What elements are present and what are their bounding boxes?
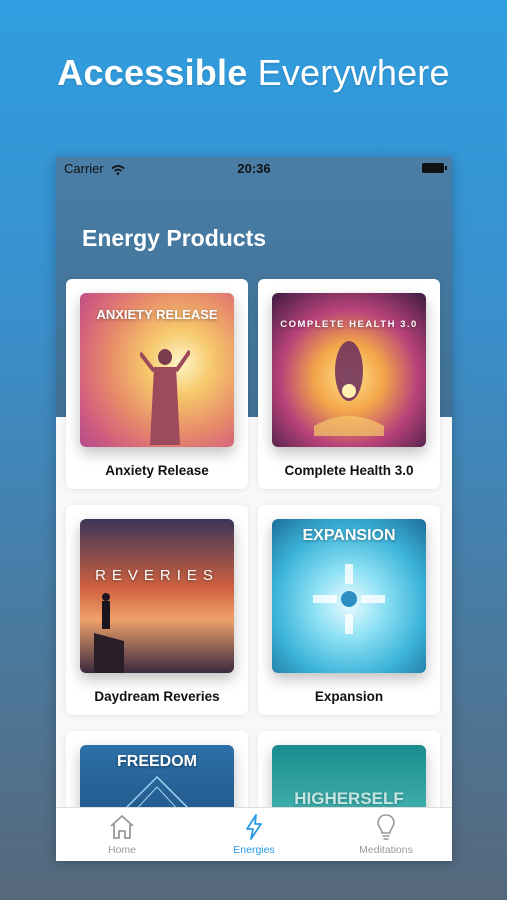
artwork-title: COMPLETE HEALTH 3.0 (280, 319, 418, 330)
tab-bar: Home Energies Meditations (56, 807, 452, 861)
home-icon (110, 815, 134, 839)
product-artwork: COMPLETE HEALTH 3.0 (272, 293, 426, 447)
product-name: Daydream Reveries (94, 689, 220, 704)
page-title: Energy Products (82, 225, 267, 251)
product-card-daydream-reveries[interactable]: REVERIES Daydream Reveries (66, 505, 248, 715)
artwork-title: HIGHERSELF (294, 789, 404, 808)
tab-meditations[interactable]: Meditations (320, 812, 452, 856)
figure-illustration (140, 349, 190, 445)
artwork-title: FREEDOM (117, 753, 197, 770)
meditation-figure-illustration (314, 341, 384, 436)
status-bar: Carrier 20:36 (56, 157, 452, 179)
battery-icon (422, 163, 447, 173)
tab-home[interactable]: Home (56, 812, 188, 856)
symbol-illustration (313, 564, 385, 634)
artwork-title: ANXIETY RELEASE (96, 307, 218, 322)
banner-headline: Accessible Everywhere (0, 52, 507, 94)
tab-label: Home (107, 844, 136, 856)
product-card-complete-health[interactable]: COMPLETE HEALTH 3.0 Complete Health 3.0 (258, 279, 440, 489)
tab-label: Meditations (359, 844, 413, 856)
tab-label: Energies (233, 844, 275, 856)
lightbulb-icon (377, 814, 395, 840)
lightning-icon (246, 814, 262, 840)
artwork-title: REVERIES (95, 567, 219, 584)
standing-figure-illustration (94, 593, 124, 673)
banner-light: Everywhere (257, 52, 450, 93)
phone-screen: Carrier 20:36 Energy Products ANXIETY RE… (56, 157, 452, 861)
product-name: Complete Health 3.0 (284, 463, 414, 478)
status-time: 20:36 (237, 161, 271, 176)
product-name: Anxiety Release (105, 463, 209, 478)
product-card-expansion[interactable]: EXPANSION Expansion (258, 505, 440, 715)
tab-energies[interactable]: Energies (188, 812, 320, 856)
product-artwork: EXPANSION (272, 519, 426, 673)
banner-bold: Accessible (57, 52, 248, 93)
artwork-title: EXPANSION (302, 527, 396, 544)
product-artwork: ANXIETY RELEASE (80, 293, 234, 447)
product-card-anxiety-release[interactable]: ANXIETY RELEASE Anxiety Release (66, 279, 248, 489)
product-artwork: REVERIES (80, 519, 234, 673)
product-name: Expansion (314, 689, 384, 704)
